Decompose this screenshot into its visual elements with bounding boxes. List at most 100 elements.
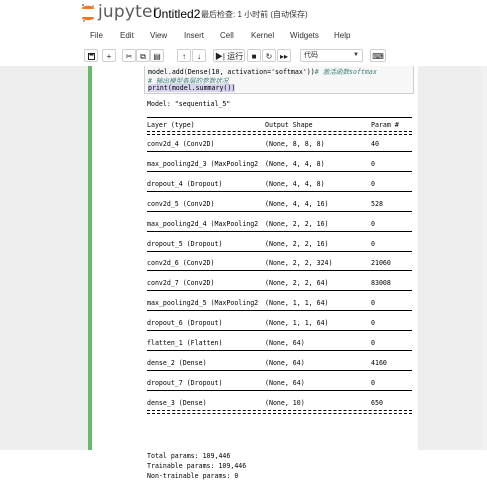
layer-name: dropout_6 (Dropout): [147, 319, 223, 328]
interrupt-button[interactable]: ■: [247, 49, 261, 62]
layer-name: dense_3 (Dense): [147, 398, 207, 407]
insert-cell-button[interactable]: +: [102, 49, 116, 62]
layer-name: conv2d_5 (Conv2D): [147, 199, 215, 208]
trainable-params: Trainable params: 109,446: [147, 462, 247, 470]
layer-name: dense_2 (Dense): [147, 358, 207, 367]
code-input[interactable]: model.add(Dense(10, activation='softmax'…: [144, 66, 414, 94]
restart-run-all-button[interactable]: ▸▸: [277, 49, 291, 62]
copy-button[interactable]: ⧉: [136, 49, 150, 62]
menubar: File Edit View Insert Cell Kernel Widget…: [0, 28, 487, 46]
menu-kernel[interactable]: Kernel: [251, 31, 274, 40]
divider: [147, 389, 412, 391]
command-palette-button[interactable]: ⌨: [370, 49, 386, 62]
output-shape: (None, 64): [265, 358, 305, 367]
layer-name: max_pooling2d_3 (MaxPooling2: [147, 159, 259, 168]
move-up-button[interactable]: ↑: [177, 49, 191, 62]
notebook-title[interactable]: Untitled2: [153, 7, 200, 21]
keyboard-icon: ⌨: [372, 52, 384, 61]
menu-view[interactable]: View: [150, 31, 167, 40]
divider: [147, 270, 412, 272]
run-icon: ▶|: [214, 52, 225, 61]
divider: [147, 369, 412, 371]
param-count: 21060: [371, 259, 391, 268]
copy-icon: ⧉: [140, 52, 146, 61]
divider: [147, 210, 412, 212]
divider: [147, 310, 412, 312]
scrollbar[interactable]: [481, 66, 487, 450]
menu-edit[interactable]: Edit: [120, 31, 134, 40]
model-name: Model: "sequential_5": [147, 100, 231, 108]
layer-name: dropout_5 (Dropout): [147, 239, 223, 248]
jupyter-logo-icon: [81, 4, 95, 22]
output-shape: (None, 8, 8, 8): [265, 140, 325, 148]
paste-button[interactable]: ▤: [150, 49, 164, 62]
layer-name: conv2d_7 (Conv2D): [147, 279, 215, 288]
output-shape: (None, 4, 4, 8): [265, 179, 325, 188]
divider: [147, 131, 412, 135]
fast-forward-icon: ▸▸: [279, 52, 289, 61]
cell-type-value: 代码: [304, 52, 318, 59]
param-count: 0: [371, 179, 375, 188]
param-count: 4160: [371, 358, 387, 367]
jupyter-logo-text: jupyter: [98, 2, 160, 22]
divider: [147, 330, 412, 332]
divider: [147, 117, 412, 118]
col-header-layer: Layer (type): [147, 121, 195, 129]
layer-name: max_pooling2d_5 (MaxPooling2: [147, 299, 259, 308]
param-count: 0: [371, 339, 375, 347]
divider: [147, 350, 412, 351]
menu-insert[interactable]: Insert: [184, 31, 204, 40]
param-count: 83008: [371, 279, 391, 288]
restart-button[interactable]: ↻: [262, 49, 276, 62]
run-label: 运行: [227, 52, 244, 61]
output-shape: (None, 2, 2, 16): [265, 219, 329, 228]
param-count: 40: [371, 140, 379, 148]
layer-name: conv2d_4 (Conv2D): [147, 140, 215, 148]
scissors-icon: ✂: [125, 52, 133, 61]
param-count: 0: [371, 299, 375, 308]
code-text: print(model.summary()): [148, 84, 236, 92]
menu-help[interactable]: Help: [334, 31, 350, 40]
param-count: 650: [371, 398, 383, 407]
menu-file[interactable]: File: [90, 31, 103, 40]
checkpoint-status: 最后检查: 1 小时前 (自动保存): [201, 10, 308, 19]
param-count: 0: [371, 239, 375, 248]
total-params: Total params: 109,446: [147, 452, 231, 460]
divider: [147, 151, 412, 152]
layer-name: conv2d_6 (Conv2D): [147, 259, 215, 268]
output-shape: (None, 4, 4, 16): [265, 199, 329, 208]
cell-type-select[interactable]: 代码 ▼: [300, 49, 363, 62]
layer-name: dropout_4 (Dropout): [147, 179, 223, 188]
divider: [147, 190, 412, 192]
param-count: 0: [371, 159, 375, 168]
divider: [147, 290, 412, 292]
output-shape: (None, 1, 1, 64): [265, 319, 329, 328]
move-down-button[interactable]: ↓: [192, 49, 206, 62]
output-shape: (None, 64): [265, 339, 305, 347]
output-shape: (None, 2, 2, 64): [265, 279, 329, 288]
output-shape: (None, 4, 4, 8): [265, 159, 325, 168]
arrow-down-icon: ↓: [197, 52, 201, 61]
code-cell[interactable]: model.add(Dense(10, activation='softmax'…: [88, 66, 418, 480]
output-shape: (None, 2, 2, 324): [265, 259, 333, 268]
save-button[interactable]: [84, 49, 98, 62]
notebook-header: jupyter Untitled2 最后检查: 1 小时前 (自动保存): [0, 0, 487, 28]
chevron-down-icon: ▼: [353, 52, 359, 58]
code-comment: # 激活函数softmax: [314, 68, 377, 76]
arrow-up-icon: ↑: [182, 52, 186, 61]
output-shape: (None, 10): [265, 398, 305, 407]
output-shape: (None, 64): [265, 378, 305, 387]
stop-icon: ■: [251, 52, 257, 61]
col-header-shape: Output Shape: [265, 121, 313, 129]
run-button[interactable]: ▶| 运行: [213, 49, 245, 62]
menu-widgets[interactable]: Widgets: [290, 31, 319, 40]
cut-button[interactable]: ✂: [122, 49, 136, 62]
param-count: 528: [371, 199, 383, 208]
code-line-3: print(model.summary()): [148, 84, 236, 92]
notebook-area: model.add(Dense(10, activation='softmax'…: [0, 66, 487, 480]
col-header-param: Param #: [371, 121, 399, 129]
toolbar: + ✂ ⧉ ▤ ↑ ↓ ▶| 运行 ■ ↻ ▸▸ 代码 ▼ ⌨: [0, 46, 487, 67]
layer-name: flatten_1 (Flatten): [147, 339, 223, 347]
divider: [147, 409, 412, 414]
menu-cell[interactable]: Cell: [220, 31, 234, 40]
